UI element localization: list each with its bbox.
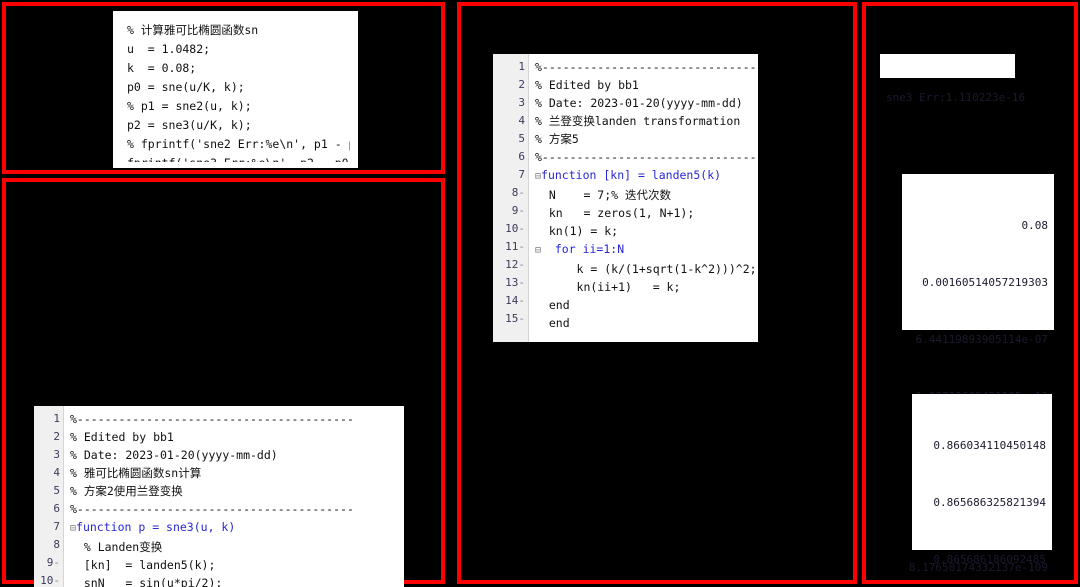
code-line: kn(ii+1) = k;: [535, 280, 681, 294]
output-error-box: sne3 Err:1.110223e-16: [880, 54, 1025, 104]
code-line: kn(1) = k;: [535, 224, 619, 238]
code-line: p2 = sne3(u/K, k);: [127, 118, 252, 132]
line-number-gutter-sne3: 1 2 3 4 5 6 7 8 9- 10- 11- 12- 13- 14- 1…: [34, 406, 64, 587]
line-number: 6: [53, 502, 60, 515]
code-line: % Edited by bb1: [535, 78, 639, 92]
output-kn-values-box: 0.08 0.00160514057219303 6.4411989390511…: [902, 174, 1054, 574]
output-pn-values-box: 0.866034110450148 0.865686325821394 0.86…: [912, 394, 1052, 566]
panel-script-snippet: % 计算雅可比椭圆函数sn u = 1.0482; k = 0.08; p0 =…: [2, 2, 445, 174]
line-number: 5: [518, 132, 525, 145]
code-body-script[interactable]: % 计算雅可比椭圆函数sn u = 1.0482; k = 0.08; p0 =…: [121, 17, 350, 162]
line-number: 6: [518, 150, 525, 163]
code-editor-landen5[interactable]: 1 2 3 4 5 6 7 8- 9- 10- 11- 12- 13- 14- …: [493, 54, 758, 342]
code-line: % Landen变换: [70, 540, 163, 554]
line-number: 8-: [511, 186, 525, 199]
line-number: 1: [53, 412, 60, 425]
code-line-text: function [kn] = landen5(k): [541, 168, 722, 182]
code-line: %---------------------------------------…: [70, 412, 354, 426]
code-line: % 雅可比椭圆函数sn计算: [70, 466, 202, 480]
line-number: 10-: [40, 574, 60, 587]
code-line: end: [535, 298, 570, 312]
code-line: % 方案2使用兰登变换: [70, 484, 183, 498]
line-number: 9-: [511, 204, 525, 217]
code-line: % 兰登变换landen transformation: [535, 114, 741, 128]
code-line: [kn] = landen5(k);: [70, 558, 216, 572]
code-line: snN = sin(u*pi/2);: [70, 576, 223, 587]
code-line: ⊟function p = sne3(u, k): [70, 518, 400, 538]
line-number: 13-: [505, 276, 525, 289]
code-line: k = 0.08;: [127, 61, 197, 75]
line-number: 3: [518, 96, 525, 109]
code-line-text: function p = sne3(u, k): [76, 520, 236, 534]
code-line: ⊟ for ii=1:N: [535, 240, 754, 260]
code-line-text: N = 7;% 迭代次数: [535, 188, 672, 202]
line-number: 2: [518, 78, 525, 91]
code-line: u = 1.0482;: [127, 42, 211, 56]
code-line: fprintf('sne3 Err:%e\n', p2 - p0);: [127, 154, 350, 162]
output-value-row: 0.865686325821394: [933, 496, 1046, 509]
code-line: % 方案5: [535, 132, 579, 146]
line-number: 4: [518, 114, 525, 127]
panel-output: sne3 Err:1.110223e-16 0.08 0.00160514057…: [862, 2, 1078, 584]
code-line: %---------------------------------------…: [70, 502, 354, 516]
line-number: 5: [53, 484, 60, 497]
line-number: 4: [53, 466, 60, 479]
line-number: 7: [518, 168, 525, 181]
code-line: % Date: 2023-01-20(yyyy-mm-dd): [535, 96, 743, 110]
line-number: 8: [53, 538, 60, 551]
code-line: end: [535, 316, 570, 330]
output-value-row: 0.00160514057219303: [922, 276, 1048, 289]
code-line: %-------------------------------: [535, 60, 757, 74]
output-error-text: sne3 Err:1.110223e-16: [886, 91, 1026, 104]
code-body-landen5[interactable]: %------------------------------- % Edite…: [529, 54, 758, 342]
code-line: p0 = sne(u/K, k);: [127, 80, 245, 94]
line-number: 9-: [46, 556, 60, 569]
code-line: % fprintf('sne2 Err:%e\n', p1 - p0);: [127, 137, 350, 151]
output-value-row: 6.44119893905114e-07: [915, 333, 1048, 346]
line-number: 1: [518, 60, 525, 73]
code-line: % Date: 2023-01-20(yyyy-mm-dd): [70, 448, 278, 462]
code-line: k = (k/(1+sqrt(1-k^2)))^2;: [535, 262, 757, 276]
code-line: N = 7;% 迭代次数: [535, 186, 754, 204]
line-number: 3: [53, 448, 60, 461]
line-number: 14-: [505, 294, 525, 307]
line-number: 12-: [505, 258, 525, 271]
code-editor-sne3[interactable]: 1 2 3 4 5 6 7 8 9- 10- 11- 12- 13- 14- 1…: [34, 406, 404, 587]
line-number: 15-: [505, 312, 525, 325]
screenshot-root: % 计算雅可比椭圆函数sn u = 1.0482; k = 0.08; p0 =…: [0, 0, 1080, 587]
code-editor-script[interactable]: % 计算雅可比椭圆函数sn u = 1.0482; k = 0.08; p0 =…: [113, 11, 358, 168]
output-value-row: 0.865686186092485: [933, 553, 1046, 566]
code-line: ⊟function [kn] = landen5(k): [535, 166, 754, 186]
code-line: kn = zeros(1, N+1);: [535, 206, 695, 220]
code-line: % p1 = sne2(u, k);: [127, 99, 252, 113]
code-line: % 计算雅可比椭圆函数sn: [127, 23, 259, 37]
code-line-text: fprintf('sne3 Err:%e\n', p2 - p0);: [127, 156, 350, 162]
code-line-text: for ii=1:N: [541, 242, 625, 256]
panel-landen5-editor: 1 2 3 4 5 6 7 8- 9- 10- 11- 12- 13- 14- …: [457, 2, 857, 584]
line-number: 11-: [505, 240, 525, 253]
code-line: %-------------------------------: [535, 150, 757, 164]
line-number: 7: [53, 520, 60, 533]
output-value-row: 0.866034110450148: [933, 439, 1046, 452]
panel-sne3-editor: 1 2 3 4 5 6 7 8 9- 10- 11- 12- 13- 14- 1…: [2, 178, 445, 587]
line-number: 2: [53, 430, 60, 443]
line-number: 10-: [505, 222, 525, 235]
output-value-row: 0.08: [1021, 219, 1049, 232]
code-body-sne3[interactable]: %---------------------------------------…: [64, 406, 404, 587]
line-number-gutter-landen5: 1 2 3 4 5 6 7 8- 9- 10- 11- 12- 13- 14- …: [493, 54, 529, 342]
code-line: % Edited by bb1: [70, 430, 174, 444]
